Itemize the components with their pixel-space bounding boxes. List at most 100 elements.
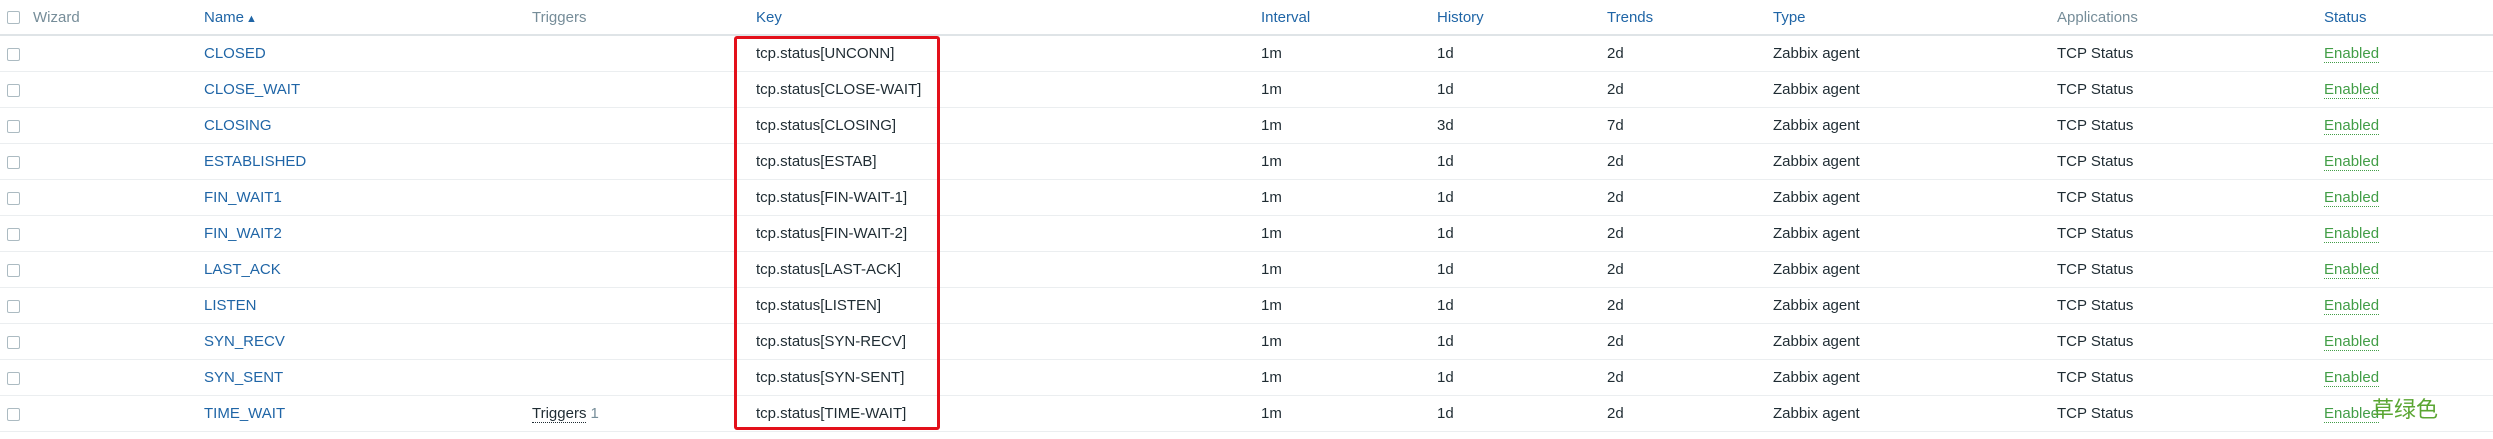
wizard-cell [30,71,201,108]
status-toggle[interactable]: Enabled [2324,153,2380,171]
item-name-cell: ESTABLISHED [201,143,529,180]
item-type: Zabbix agent [1770,35,2054,72]
status-toggle[interactable]: Enabled [2324,117,2380,135]
table-row: SYN_RECV tcp.status[SYN-RECV] 1m 1d 2d Zabbix… [0,323,2493,360]
column-header-interval[interactable]: Interval [1258,0,1434,36]
row-select-cell [0,179,30,216]
status-toggle[interactable]: Enabled [2324,297,2380,315]
item-type: Zabbix agent [1770,215,2054,252]
wizard-cell [30,323,201,360]
item-name-link[interactable]: TIME_WAIT [204,405,285,422]
column-header-trends[interactable]: Trends [1604,0,1770,36]
item-type: Zabbix agent [1770,287,2054,324]
wizard-cell [30,251,201,288]
item-trends: 2d [1604,71,1770,108]
item-interval: 1m [1258,35,1434,72]
item-type: Zabbix agent [1770,359,2054,396]
triggers-cell [529,71,753,108]
status-cell: Enabled [2321,107,2493,144]
item-applications: TCP Status [2054,107,2321,144]
item-name-link[interactable]: CLOSED [204,45,266,62]
row-checkbox[interactable] [7,407,20,421]
row-checkbox[interactable] [7,191,20,205]
item-history: 1d [1434,215,1604,252]
item-name-link[interactable]: SYN_SENT [204,369,283,386]
status-toggle[interactable]: Enabled [2324,261,2380,279]
row-checkbox[interactable] [7,299,20,313]
item-applications: TCP Status [2054,143,2321,180]
item-type: Zabbix agent [1770,143,2054,180]
table-header-row: Wizard Name ▲ Triggers Key Interval Histo… [0,0,2493,36]
column-header-key[interactable]: Key [753,0,1258,36]
item-name-link[interactable]: CLOSE_WAIT [204,81,300,98]
item-name-cell: LAST_ACK [201,251,529,288]
item-name-cell: LISTEN [201,287,529,324]
item-name-link[interactable]: LAST_ACK [204,261,281,278]
status-toggle[interactable]: Enabled [2324,369,2380,387]
column-header-triggers: Triggers [529,0,753,36]
select-all-header [0,0,30,36]
item-key: tcp.status[UNCONN] [753,35,1258,72]
column-header-name-label[interactable]: Name [204,9,244,26]
item-name-link[interactable]: SYN_RECV [204,333,285,350]
table-row: LISTEN tcp.status[LISTEN] 1m 1d 2d Zabbix age… [0,287,2493,324]
table-row: CLOSED tcp.status[UNCONN] 1m 1d 2d Zabbix age… [0,35,2493,72]
item-trends: 2d [1604,143,1770,180]
status-toggle[interactable]: Enabled [2324,225,2380,243]
item-trends: 2d [1604,35,1770,72]
triggers-cell [529,323,753,360]
item-interval: 1m [1258,287,1434,324]
status-toggle[interactable]: Enabled [2324,189,2380,207]
item-name-cell: CLOSING [201,107,529,144]
item-name-link[interactable]: FIN_WAIT2 [204,225,282,242]
item-interval: 1m [1258,215,1434,252]
triggers-cell [529,251,753,288]
status-toggle[interactable]: Enabled [2324,333,2380,351]
column-header-status[interactable]: Status [2321,0,2493,36]
item-name-cell: SYN_RECV [201,323,529,360]
item-name-link[interactable]: CLOSING [204,117,272,134]
item-applications: TCP Status [2054,251,2321,288]
item-applications: TCP Status [2054,35,2321,72]
status-cell: Enabled [2321,395,2493,432]
item-name-link[interactable]: LISTEN [204,297,257,314]
status-cell: Enabled [2321,287,2493,324]
row-checkbox[interactable] [7,83,20,97]
row-checkbox[interactable] [7,263,20,277]
item-history: 3d [1434,107,1604,144]
item-name-link[interactable]: FIN_WAIT1 [204,189,282,206]
triggers-link[interactable]: Triggers [532,405,587,423]
item-interval: 1m [1258,107,1434,144]
row-checkbox[interactable] [7,335,20,349]
column-header-history[interactable]: History [1434,0,1604,36]
item-key: tcp.status[CLOSE-WAIT] [753,71,1258,108]
item-name-cell: TIME_WAIT [201,395,529,432]
item-name-cell: FIN_WAIT2 [201,215,529,252]
item-key: tcp.status[CLOSING] [753,107,1258,144]
triggers-cell [529,35,753,72]
column-header-name[interactable]: Name ▲ [201,0,529,36]
item-history: 1d [1434,179,1604,216]
wizard-cell [30,395,201,432]
item-key: tcp.status[FIN-WAIT-2] [753,215,1258,252]
status-toggle[interactable]: Enabled [2324,45,2380,63]
triggers-cell [529,287,753,324]
row-checkbox[interactable] [7,47,20,61]
status-toggle[interactable]: Enabled [2324,81,2380,99]
item-trends: 7d [1604,107,1770,144]
row-select-cell [0,395,30,432]
item-trends: 2d [1604,179,1770,216]
item-interval: 1m [1258,143,1434,180]
row-checkbox[interactable] [7,119,20,133]
column-header-wizard: Wizard [30,0,201,36]
wizard-cell [30,107,201,144]
status-toggle[interactable]: Enabled [2324,405,2380,423]
item-interval: 1m [1258,251,1434,288]
row-checkbox[interactable] [7,371,20,385]
item-name-link[interactable]: ESTABLISHED [204,153,306,170]
row-checkbox[interactable] [7,155,20,169]
row-select-cell [0,215,30,252]
column-header-type[interactable]: Type [1770,0,2054,36]
row-checkbox[interactable] [7,227,20,241]
select-all-checkbox[interactable] [7,11,20,25]
